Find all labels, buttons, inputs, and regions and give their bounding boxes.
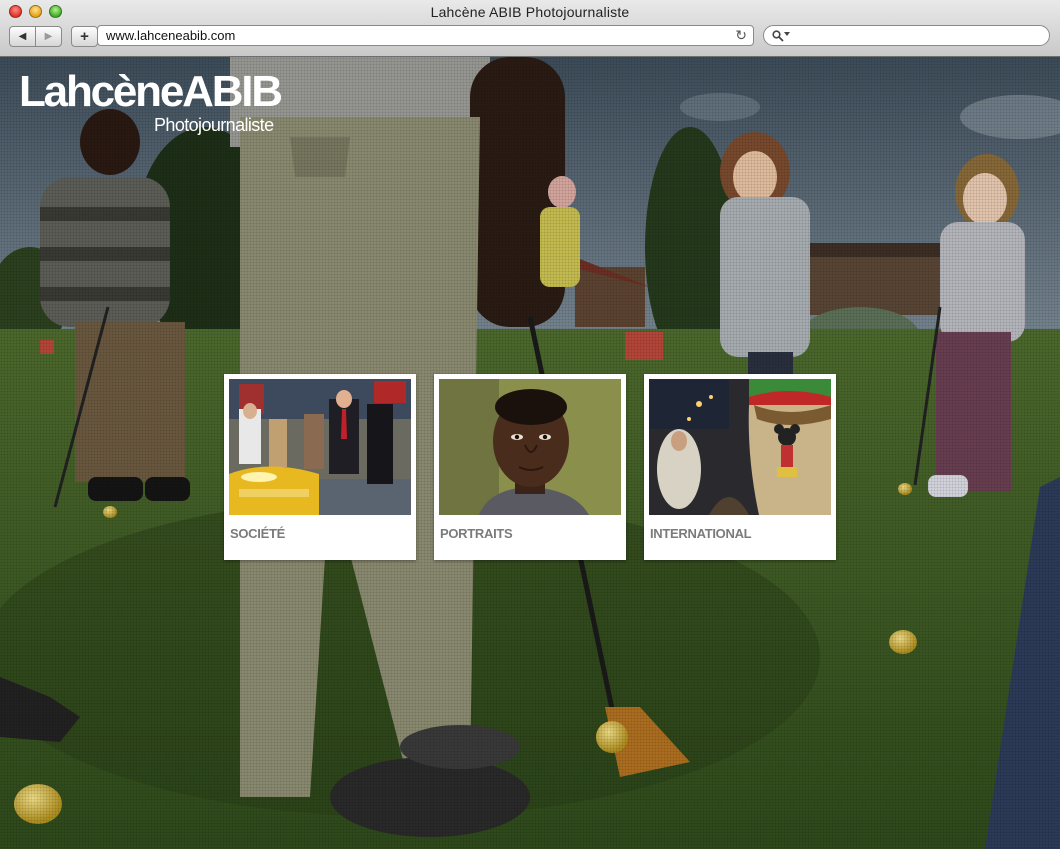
logo-subtitle: Photojournaliste (154, 115, 274, 135)
international-thumbnail (649, 379, 831, 515)
address-bar[interactable]: www.lahceneabib.com ↻ (97, 25, 754, 46)
search-field[interactable] (763, 25, 1050, 46)
add-bookmark-button[interactable]: + (71, 26, 98, 47)
category-label[interactable]: SOCIÉTÉ (230, 526, 285, 541)
forward-button[interactable]: ▶ (35, 27, 61, 46)
url-text[interactable]: www.lahceneabib.com (106, 28, 235, 43)
category-card-societe[interactable]: SOCIÉTÉ (224, 374, 416, 560)
plus-icon: + (80, 28, 89, 45)
category-label[interactable]: INTERNATIONAL (650, 526, 752, 541)
societe-thumbnail (229, 379, 411, 515)
category-card-international[interactable]: INTERNATIONAL (644, 374, 836, 560)
magnifier-icon (772, 30, 784, 42)
search-input[interactable] (796, 28, 1040, 45)
web-page: LahcèneABIB Photojournaliste SOCIÉTÉ POR… (0, 57, 1060, 849)
forward-arrow-icon: ▶ (44, 31, 53, 42)
reload-icon[interactable]: ↻ (735, 27, 747, 44)
search-menu-caret-icon[interactable] (784, 32, 790, 36)
back-button[interactable]: ◀ (10, 27, 35, 46)
category-card-portraits[interactable]: PORTRAITS (434, 374, 626, 560)
category-label[interactable]: PORTRAITS (440, 526, 513, 541)
browser-toolbar: Lahcène ABIB Photojournaliste ◀ ▶ + www.… (0, 0, 1060, 57)
site-logo[interactable]: LahcèneABIB Photojournaliste (19, 67, 283, 136)
portraits-thumbnail (439, 379, 621, 515)
history-nav: ◀ ▶ (9, 26, 62, 47)
window-title: Lahcène ABIB Photojournaliste (430, 4, 630, 20)
logo-name: LahcèneABIB (19, 67, 283, 116)
back-arrow-icon: ◀ (18, 31, 27, 42)
